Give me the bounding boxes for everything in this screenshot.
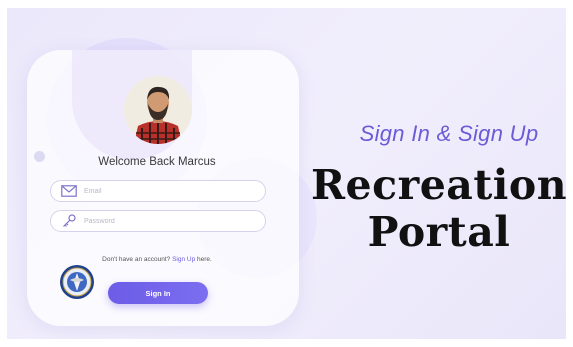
banner-frame: Welcome Back Marcus Don't have an accoun… bbox=[7, 8, 566, 339]
signup-link[interactable]: Sign Up bbox=[172, 256, 195, 263]
mail-icon bbox=[60, 184, 78, 198]
password-field[interactable] bbox=[50, 210, 266, 232]
page-title-line2: Portal bbox=[367, 208, 511, 256]
decorative-dot bbox=[34, 151, 45, 162]
page-title-line1: Recreation bbox=[310, 161, 566, 209]
email-input[interactable] bbox=[84, 187, 244, 195]
welcome-message: Welcome Back Marcus bbox=[98, 156, 216, 168]
password-input[interactable] bbox=[84, 217, 244, 225]
signup-prefix: Don't have an account? bbox=[102, 256, 171, 263]
avatar bbox=[124, 76, 192, 144]
seal-logo bbox=[59, 264, 95, 300]
signup-prompt: Don't have an account? Sign Up here. bbox=[67, 256, 247, 263]
email-field[interactable] bbox=[50, 180, 266, 202]
signin-button[interactable]: Sign In bbox=[108, 282, 208, 304]
signup-suffix: here. bbox=[197, 256, 212, 263]
page-subtitle: Sign In & Sign Up bbox=[359, 121, 539, 146]
key-icon bbox=[60, 214, 78, 228]
